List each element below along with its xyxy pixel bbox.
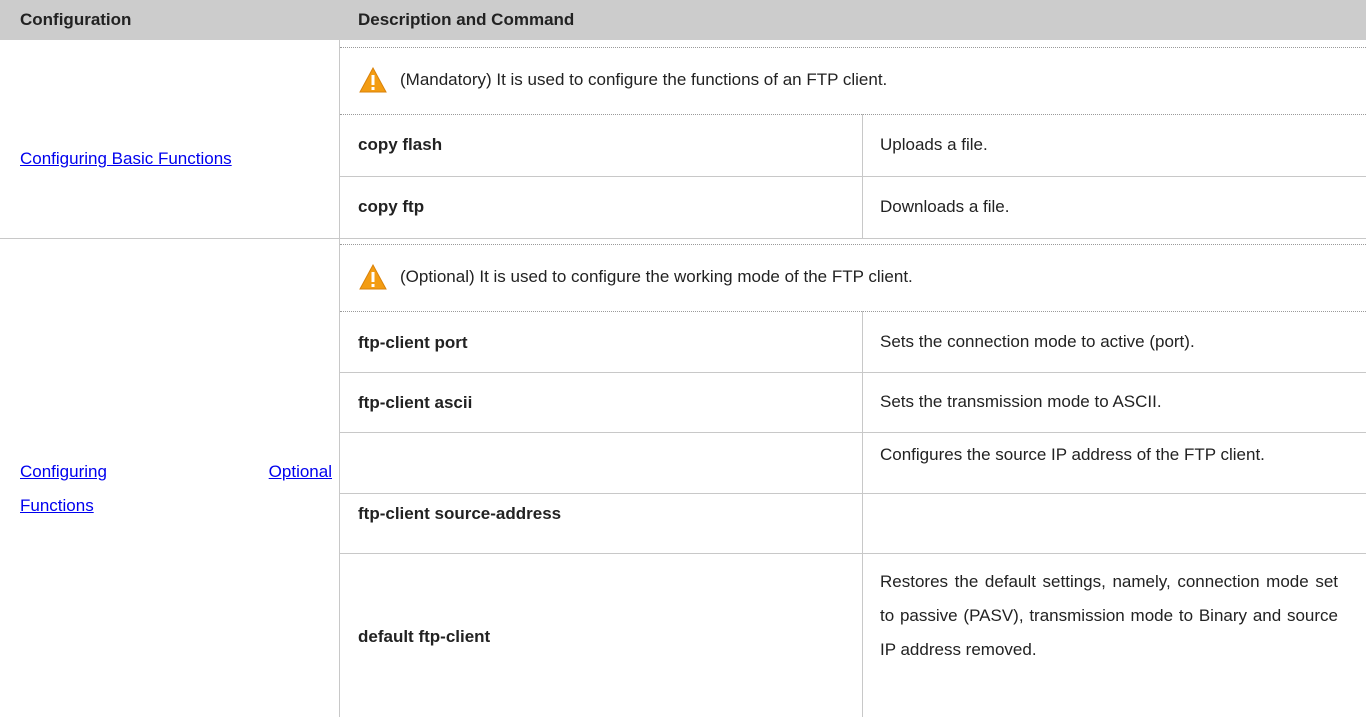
column-divider-main bbox=[339, 40, 340, 717]
description-ftp-client-ascii: Sets the transmission mode to ASCII. bbox=[880, 392, 1162, 411]
optional-note: (Optional) It is used to configure the w… bbox=[400, 267, 913, 286]
note-border-bottom bbox=[340, 114, 1366, 115]
link-word[interactable]: Configuring bbox=[20, 455, 107, 489]
configuring-optional-functions-link[interactable]: Configuring Optional Functions bbox=[20, 455, 332, 523]
note-border-bottom bbox=[340, 311, 1366, 312]
command-copy-ftp: copy ftp bbox=[358, 197, 425, 216]
description-copy-ftp: Downloads a file. bbox=[880, 197, 1010, 216]
row-divider bbox=[340, 176, 1366, 177]
description-copy-flash: Uploads a file. bbox=[880, 135, 988, 154]
warning-icon bbox=[359, 264, 387, 290]
configuring-basic-functions-link[interactable]: Configuring Basic Functions bbox=[20, 142, 232, 176]
command-ftp-client-source-address: ftp-client source-address bbox=[358, 504, 562, 523]
column-header-description: Description and Command bbox=[358, 10, 575, 29]
command-ftp-client-port: ftp-client port bbox=[358, 333, 468, 352]
link-word[interactable]: Optional bbox=[269, 455, 332, 489]
description-ftp-client-port: Sets the connection mode to active (port… bbox=[880, 332, 1195, 351]
note-border-top bbox=[340, 244, 1366, 245]
command-default-ftp-client: default ftp-client bbox=[358, 627, 491, 646]
command-ftp-client-ascii: ftp-client ascii bbox=[358, 393, 473, 412]
link-word[interactable]: Functions bbox=[20, 489, 332, 523]
command-copy-flash: copy flash bbox=[358, 135, 443, 154]
table-header-row: Configuration Description and Command bbox=[0, 0, 1366, 40]
description-default-ftp-client: Restores the default settings, namely, c… bbox=[880, 572, 1338, 659]
row-divider bbox=[340, 372, 1366, 373]
row-divider bbox=[340, 553, 1366, 554]
note-border-top bbox=[340, 47, 1366, 48]
row-divider bbox=[340, 432, 1366, 433]
column-header-configuration: Configuration bbox=[20, 10, 132, 29]
warning-icon bbox=[359, 67, 387, 93]
description-ftp-client-source-address: Configures the source IP address of the … bbox=[880, 445, 1265, 464]
row-divider bbox=[340, 493, 1366, 494]
mandatory-note: (Mandatory) It is used to configure the … bbox=[400, 70, 888, 89]
group-divider bbox=[0, 238, 1366, 239]
